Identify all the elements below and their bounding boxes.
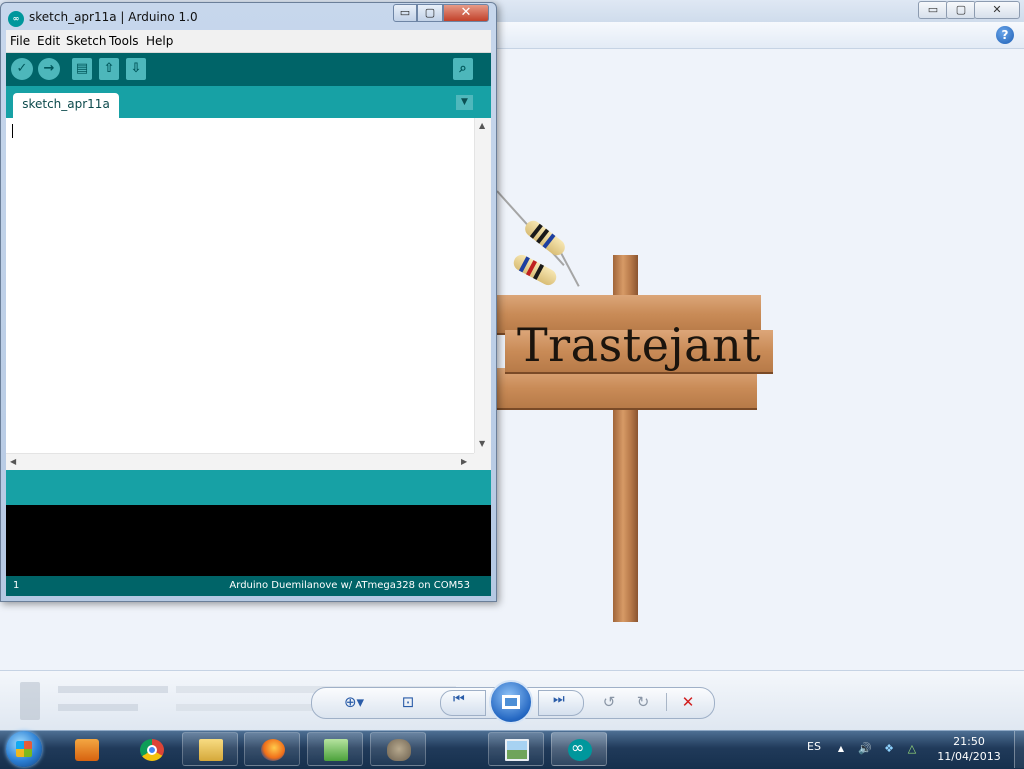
close-button[interactable]: ✕	[443, 4, 489, 22]
photo-viewer-icon	[505, 739, 529, 761]
zoom-icon[interactable]: ⊕▾	[338, 692, 370, 712]
open-button[interactable]: ⇧	[99, 58, 119, 80]
show-desktop-button[interactable]	[1014, 731, 1024, 768]
save-icon: ⇩	[130, 61, 142, 76]
text-caret	[12, 124, 13, 138]
upload-button[interactable]: →	[38, 58, 60, 80]
board-port-label: Arduino Duemilanove w/ ATmega328 on COM5…	[229, 580, 470, 591]
console-output[interactable]	[6, 505, 491, 576]
taskbar-media-player[interactable]	[58, 732, 114, 766]
tab-strip: sketch_apr11a ▼	[6, 86, 491, 118]
taskbar-gimp[interactable]	[370, 732, 426, 766]
divider	[666, 693, 667, 711]
maximize-button[interactable]: ▢	[417, 4, 443, 22]
taskbar-firefox[interactable]	[244, 732, 300, 766]
next-icon: ⏭	[553, 692, 565, 707]
serial-monitor-button[interactable]: ⌕	[453, 58, 473, 80]
file-info-blur	[58, 686, 168, 693]
viewer-close-button[interactable]: ✕	[974, 1, 1020, 19]
taskbar-arduino[interactable]	[551, 732, 607, 766]
check-icon: ✓	[16, 61, 28, 76]
media-player-icon	[75, 739, 99, 761]
horizontal-scrollbar[interactable]: ◀ ▶	[6, 453, 474, 470]
file-info-blur	[176, 704, 316, 711]
notepad-icon	[324, 739, 348, 761]
scroll-up-icon[interactable]: ▲	[479, 121, 485, 130]
line-number: 1	[13, 580, 20, 591]
previous-icon: ⏮	[453, 692, 465, 707]
viewer-minimize-button[interactable]: ▭	[918, 1, 948, 19]
scroll-left-icon[interactable]: ◀	[10, 457, 16, 466]
menu-bar: File Edit Sketch Tools Help	[6, 30, 491, 53]
menu-tools[interactable]: Tools	[109, 34, 139, 48]
slideshow-button[interactable]	[489, 680, 533, 724]
clock-date: 11/04/2013	[937, 750, 1001, 763]
taskbar-photo-viewer[interactable]	[488, 732, 544, 766]
rotate-ccw-icon[interactable]: ↺	[597, 692, 621, 712]
code-editor[interactable]	[6, 118, 474, 453]
tab-sketch[interactable]: sketch_apr11a	[13, 93, 119, 118]
arduino-titlebar[interactable]: ∞ sketch_apr11a | Arduino 1.0 ▭ ▢ ✕	[1, 3, 496, 33]
help-icon[interactable]: ?	[996, 26, 1014, 44]
sign-text: Trastejant	[517, 318, 762, 372]
windows-logo-icon	[6, 731, 42, 767]
chevron-down-icon: ▼	[461, 97, 468, 107]
chrome-icon	[140, 739, 164, 761]
taskbar-explorer[interactable]	[182, 732, 238, 766]
new-file-icon: ▤	[75, 61, 89, 76]
fit-window-icon[interactable]: ⊡	[396, 692, 420, 712]
language-indicator[interactable]: ES	[807, 740, 821, 753]
firefox-icon	[261, 739, 285, 761]
save-button[interactable]: ⇩	[126, 58, 146, 80]
menu-edit[interactable]: Edit	[37, 34, 60, 48]
dropbox-icon[interactable]: ❖	[882, 742, 896, 756]
sign-board	[495, 368, 757, 410]
magnifier-icon: ⌕	[459, 61, 467, 76]
scroll-down-icon[interactable]: ▼	[479, 439, 485, 448]
arduino-icon	[568, 738, 592, 761]
rotate-cw-icon[interactable]: ↻	[631, 692, 655, 712]
arrow-right-icon: →	[43, 61, 55, 76]
taskbar-chrome[interactable]	[123, 732, 179, 766]
menu-file[interactable]: File	[10, 34, 30, 48]
scroll-corner	[474, 453, 491, 470]
viewer-maximize-button[interactable]: ▢	[946, 1, 976, 19]
google-drive-icon[interactable]: △	[905, 742, 919, 756]
menu-sketch[interactable]: Sketch	[66, 34, 106, 48]
message-area	[6, 470, 491, 505]
status-bar: 1 Arduino Duemilanove w/ ATmega328 on CO…	[6, 576, 491, 596]
tab-menu-button[interactable]: ▼	[456, 95, 473, 110]
minimize-button[interactable]: ▭	[393, 4, 417, 22]
slideshow-icon	[502, 695, 520, 709]
start-button[interactable]	[4, 730, 44, 768]
arduino-app-icon: ∞	[8, 11, 24, 27]
taskbar-notepad-plus[interactable]	[307, 732, 363, 766]
gimp-icon	[387, 739, 411, 761]
file-thumbnail	[20, 682, 40, 720]
file-info-blur	[58, 704, 138, 711]
folder-icon	[199, 739, 223, 761]
previous-button[interactable]: ⏮	[440, 690, 486, 716]
arduino-toolbar: ✓ → ▤ ⇧ ⇩ ⌕	[6, 53, 491, 86]
new-button[interactable]: ▤	[72, 58, 92, 80]
menu-help[interactable]: Help	[146, 34, 173, 48]
scroll-right-icon[interactable]: ▶	[461, 457, 467, 466]
verify-button[interactable]: ✓	[11, 58, 33, 80]
volume-icon[interactable]: 🔊	[858, 742, 872, 756]
vertical-scrollbar[interactable]: ▲ ▼	[474, 118, 491, 453]
delete-icon[interactable]: ✕	[676, 692, 700, 712]
open-icon: ⇧	[103, 61, 115, 76]
next-button[interactable]: ⏭	[538, 690, 584, 716]
tray-expand-icon[interactable]: ▲	[834, 742, 848, 756]
system-clock[interactable]: 21:50 11/04/2013	[926, 734, 1012, 764]
window-title: sketch_apr11a | Arduino 1.0	[29, 10, 198, 24]
clock-time: 21:50	[953, 735, 985, 748]
